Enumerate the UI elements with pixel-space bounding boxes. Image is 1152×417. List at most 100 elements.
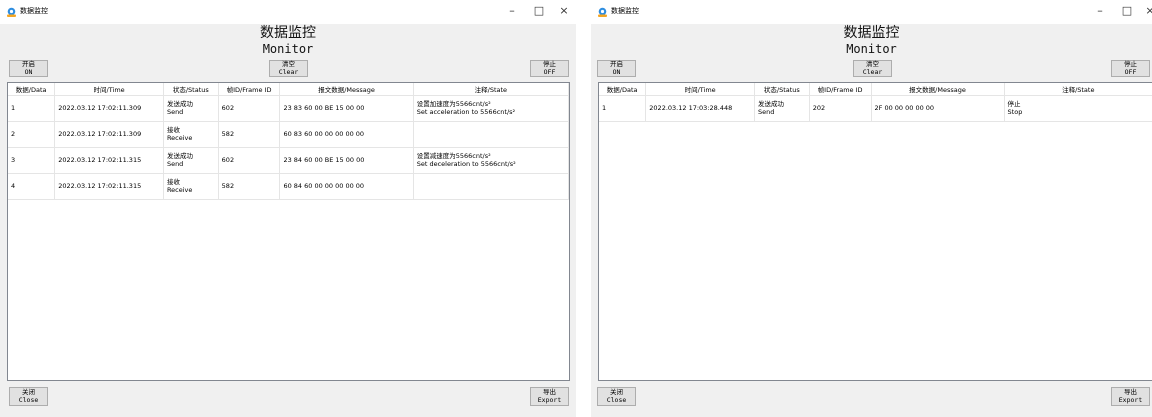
- cell-frame-id: 582: [218, 121, 281, 148]
- column-header-status[interactable]: 状态/Status: [754, 83, 810, 96]
- table-row[interactable]: 1 2022.03.12 17:03:28.448 发送成功 Send 202 2…: [599, 95, 1152, 122]
- cell-message: 60 83 60 00 00 00 00 00: [279, 121, 414, 148]
- close-button-label-en: Close: [606, 395, 627, 404]
- monitor-window-left: 数据监控 – □ × 数据监控 Monitor 开启 ON 清空 Clear 停…: [0, 0, 576, 417]
- status-cn: 接收: [166, 126, 180, 134]
- table-header-row: 数据/Data 时间/Time 状态/Status 帧ID/Frame ID 报…: [599, 83, 1152, 96]
- cell-status: 发送成功 Send: [163, 95, 219, 122]
- status-en: Send: [166, 108, 184, 116]
- table-row[interactable]: 1 2022.03.12 17:02:11.309 发送成功 Send 602 2…: [8, 95, 569, 122]
- table-header-row: 数据/Data 时间/Time 状态/Status 帧ID/Frame ID 报…: [8, 83, 569, 96]
- export-button-label-en: Export: [537, 395, 562, 404]
- title-bar[interactable]: 数据监控 – □ ×: [0, 0, 576, 24]
- cell-time: 2022.03.12 17:02:11.315: [54, 147, 164, 174]
- column-header-status[interactable]: 状态/Status: [163, 83, 219, 96]
- clear-button-label-en: Clear: [862, 67, 883, 76]
- page-subtitle: Monitor: [846, 42, 897, 56]
- column-header-frame-id[interactable]: 帧ID/Frame ID: [218, 83, 281, 96]
- column-header-message[interactable]: 报文数据/Message: [871, 83, 1005, 96]
- stop-button-label-en: OFF: [1124, 67, 1137, 76]
- table-row[interactable]: 2 2022.03.12 17:02:11.309 接收 Receive 582 …: [8, 121, 569, 148]
- data-table: 数据/Data 时间/Time 状态/Status 帧ID/Frame ID 报…: [8, 83, 569, 200]
- page-subtitle: Monitor: [262, 42, 314, 56]
- column-header-data[interactable]: 数据/Data: [599, 83, 647, 96]
- note-en: Set acceleration to 5566cnt/s²: [416, 108, 516, 116]
- status-cn: 发送成功: [166, 152, 193, 160]
- page-title: 数据监控: [260, 25, 316, 41]
- minimize-icon[interactable]: –: [505, 5, 519, 17]
- stop-button-label-en: OFF: [543, 67, 556, 76]
- maximize-icon[interactable]: □: [532, 5, 546, 17]
- column-header-time[interactable]: 时间/Time: [54, 83, 164, 96]
- note-cn: 设置减速度为5566cnt/s²: [416, 152, 491, 160]
- stop-button[interactable]: 停止 OFF: [1111, 60, 1150, 77]
- page-title: 数据监控: [843, 25, 900, 41]
- column-header-data[interactable]: 数据/Data: [8, 83, 56, 96]
- table-row[interactable]: 3 2022.03.12 17:02:11.315 发送成功 Send 602 2…: [8, 147, 569, 174]
- title-bar[interactable]: 数据监控 – □ ×: [591, 0, 1152, 24]
- cell-status: 接收 Receive: [163, 121, 219, 148]
- cell-frame-id: 582: [218, 173, 281, 200]
- cell-status: 发送成功 Send: [754, 95, 810, 122]
- note-cn: 设置加速度为5566cnt/s²: [416, 100, 491, 108]
- close-icon[interactable]: ×: [1143, 5, 1152, 17]
- cell-message: 2F 00 00 00 00 00: [871, 95, 1005, 122]
- start-button-label-en: ON: [24, 67, 33, 76]
- status-cn: 发送成功: [757, 100, 784, 108]
- export-button-label-en: Export: [1118, 395, 1143, 404]
- window-title: 数据监控: [611, 7, 639, 15]
- cell-frame-id: 202: [809, 95, 872, 122]
- cell-status: 发送成功 Send: [163, 147, 219, 174]
- cell-message: 60 84 60 00 00 00 00 00: [279, 173, 414, 200]
- export-button[interactable]: 导出 Export: [1111, 387, 1150, 406]
- note-cn: 停止: [1007, 100, 1021, 108]
- note-en: Set deceleration to 5566cnt/s²: [416, 160, 516, 168]
- cell-data: 1: [599, 95, 647, 122]
- data-table-panel[interactable]: 数据/Data 时间/Time 状态/Status 帧ID/Frame ID 报…: [7, 82, 570, 381]
- cell-frame-id: 602: [218, 147, 281, 174]
- export-button[interactable]: 导出 Export: [530, 387, 569, 406]
- cell-status: 接收 Receive: [163, 173, 219, 200]
- start-button[interactable]: 开启 ON: [9, 60, 48, 77]
- data-table-panel[interactable]: 数据/Data 时间/Time 状态/Status 帧ID/Frame ID 报…: [598, 82, 1152, 381]
- close-button-label-en: Close: [18, 395, 39, 404]
- app-logo-icon: [598, 7, 607, 17]
- status-en: Receive: [166, 134, 193, 142]
- close-button[interactable]: 关闭 Close: [9, 387, 48, 406]
- cell-time: 2022.03.12 17:03:28.448: [645, 95, 755, 122]
- status-cn: 发送成功: [166, 100, 193, 108]
- window-gap: [576, 0, 591, 417]
- cell-message: 23 83 60 00 BE 15 00 00: [279, 95, 414, 122]
- cell-message: 23 84 60 00 BE 15 00 00: [279, 147, 414, 174]
- close-button[interactable]: 关闭 Close: [597, 387, 636, 406]
- window-title: 数据监控: [20, 7, 48, 15]
- status-cn: 接收: [166, 178, 180, 186]
- column-header-message[interactable]: 报文数据/Message: [279, 83, 414, 96]
- column-header-state[interactable]: 注释/State: [1004, 83, 1152, 96]
- app-logo-icon: [7, 7, 16, 17]
- stop-button[interactable]: 停止 OFF: [530, 60, 569, 77]
- cell-data: 1: [8, 95, 56, 122]
- cell-frame-id: 602: [218, 95, 281, 122]
- clear-button[interactable]: 清空 Clear: [269, 60, 308, 77]
- cell-time: 2022.03.12 17:02:11.309: [54, 121, 164, 148]
- status-en: Receive: [166, 186, 193, 194]
- note-en: Stop: [1007, 108, 1023, 116]
- column-header-state[interactable]: 注释/State: [413, 83, 569, 96]
- column-header-time[interactable]: 时间/Time: [645, 83, 755, 96]
- status-en: Send: [166, 160, 184, 168]
- minimize-icon[interactable]: –: [1093, 5, 1107, 17]
- clear-button[interactable]: 清空 Clear: [853, 60, 892, 77]
- cell-state: [413, 121, 569, 148]
- cell-time: 2022.03.12 17:02:11.309: [54, 95, 164, 122]
- cell-state: [413, 173, 569, 200]
- data-table: 数据/Data 时间/Time 状态/Status 帧ID/Frame ID 报…: [599, 83, 1152, 122]
- column-header-frame-id[interactable]: 帧ID/Frame ID: [809, 83, 872, 96]
- cell-data: 2: [8, 121, 56, 148]
- status-en: Send: [757, 108, 775, 116]
- table-row[interactable]: 4 2022.03.12 17:02:11.315 接收 Receive 582 …: [8, 173, 569, 200]
- start-button[interactable]: 开启 ON: [597, 60, 636, 77]
- close-icon[interactable]: ×: [557, 5, 571, 17]
- cell-state: 设置加速度为5566cnt/s² Set acceleration to 5566…: [413, 95, 569, 122]
- maximize-icon[interactable]: □: [1120, 5, 1134, 17]
